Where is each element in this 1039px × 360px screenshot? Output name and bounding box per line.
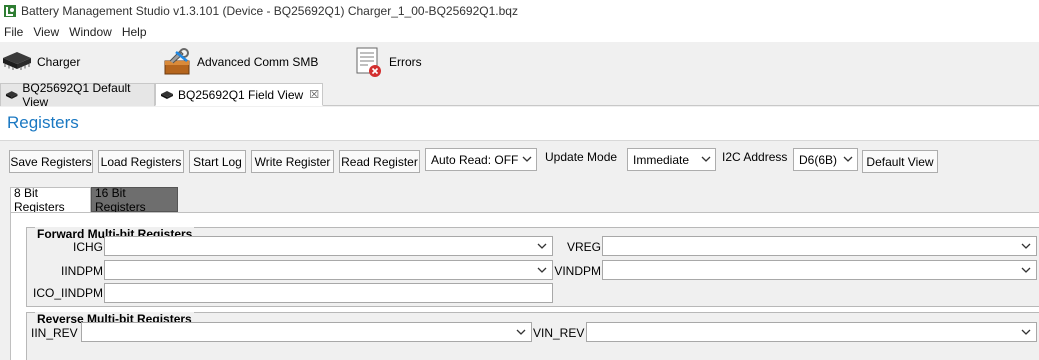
update-mode-label: Update Mode xyxy=(545,150,618,164)
title-bar: Battery Management Studio v1.3.101 (Devi… xyxy=(0,0,1039,22)
menu-window[interactable]: Window xyxy=(65,25,118,39)
update-mode-select[interactable]: Immediate xyxy=(627,148,716,171)
chevron-down-icon xyxy=(537,267,547,273)
iin-rev-label: IIN_REV xyxy=(31,326,78,340)
close-tab-icon[interactable]: ☒ xyxy=(309,88,319,101)
default-view-button[interactable]: Default View xyxy=(862,150,938,173)
chip-icon xyxy=(5,91,18,99)
i2c-address-label: I2C Address xyxy=(722,150,788,164)
write-register-button[interactable]: Write Register xyxy=(251,150,334,173)
chevron-down-icon xyxy=(1021,329,1031,335)
vin-rev-label: VIN_REV xyxy=(533,326,585,340)
register-controls: Save Registers Load Registers Start Log … xyxy=(0,142,1039,180)
registers-header: Registers xyxy=(0,107,1039,141)
chip-icon xyxy=(161,90,173,99)
charger-button[interactable]: Charger xyxy=(0,44,90,80)
vreg-label: VREG xyxy=(566,240,601,254)
window-title: Battery Management Studio v1.3.101 (Devi… xyxy=(21,4,518,18)
ichg-label: ICHG xyxy=(73,240,103,254)
vreg-select[interactable] xyxy=(602,236,1037,256)
ico-iindpm-label: ICO_IINDPM xyxy=(32,286,103,300)
chevron-down-icon xyxy=(516,329,526,335)
chevron-down-icon xyxy=(522,156,532,162)
load-registers-button[interactable]: Load Registers xyxy=(98,150,184,173)
tab-default-view[interactable]: BQ25692Q1 Default View xyxy=(0,81,155,109)
error-document-icon xyxy=(356,47,381,77)
ico-iindpm-field[interactable] xyxy=(104,283,553,303)
menu-bar: File View Window Help xyxy=(0,22,1039,42)
tab-default-view-label: BQ25692Q1 Default View xyxy=(22,81,131,109)
charger-label: Charger xyxy=(37,55,81,69)
view-tab-bar: BQ25692Q1 Default View BQ25692Q1 Field V… xyxy=(0,81,1039,109)
tab-8-bit-registers[interactable]: 8 Bit Registers xyxy=(10,186,91,214)
forward-multibit-group: Forward Multi-bit Registers ICHG VREG II… xyxy=(26,227,1039,307)
update-mode-value: Immediate xyxy=(633,152,690,167)
main-toolbar: Charger Advanced Comm SMB Errors xyxy=(0,42,1039,82)
menu-help[interactable]: Help xyxy=(118,25,153,39)
register-size-tabs: 8 Bit Registers 16 Bit Registers xyxy=(0,186,1039,214)
chevron-down-icon xyxy=(1021,267,1031,273)
iin-rev-select[interactable] xyxy=(81,322,532,342)
menu-file[interactable]: File xyxy=(0,25,29,39)
toolbox-icon xyxy=(164,48,190,75)
i2c-address-value: D6(6B) xyxy=(799,152,838,167)
page-title: Registers xyxy=(7,113,79,132)
advanced-comm-label: Advanced Comm SMB xyxy=(197,55,319,69)
save-registers-button[interactable]: Save Registers xyxy=(9,150,93,173)
chevron-down-icon xyxy=(1021,243,1031,249)
registers-panel: Forward Multi-bit Registers ICHG VREG II… xyxy=(10,212,1039,360)
iindpm-label: IINDPM xyxy=(61,264,103,278)
chevron-down-icon xyxy=(701,156,711,162)
vindpm-select[interactable] xyxy=(602,260,1037,280)
vin-rev-select[interactable] xyxy=(586,322,1037,342)
errors-label: Errors xyxy=(389,55,422,69)
iindpm-select[interactable] xyxy=(104,260,553,280)
tab-16-bit-registers[interactable]: 16 Bit Registers xyxy=(91,186,178,214)
advanced-comm-smb-button[interactable]: Advanced Comm SMB xyxy=(162,44,332,80)
reverse-multibit-group: Reverse Multi-bit Registers IIN_REV VIN_… xyxy=(26,312,1039,360)
start-log-button[interactable]: Start Log xyxy=(189,150,246,173)
ichg-select[interactable] xyxy=(104,236,553,256)
auto-read-select[interactable]: Auto Read: OFF xyxy=(425,148,537,171)
chip-icon xyxy=(3,52,31,70)
auto-read-value: Auto Read: OFF xyxy=(431,152,519,167)
chevron-down-icon xyxy=(843,156,853,162)
chevron-down-icon xyxy=(537,243,547,249)
read-register-button[interactable]: Read Register xyxy=(339,150,420,173)
menu-view[interactable]: View xyxy=(29,25,65,39)
vindpm-label: VINDPM xyxy=(554,264,601,278)
i2c-address-select[interactable]: D6(6B) xyxy=(793,148,858,171)
errors-button[interactable]: Errors xyxy=(354,44,434,80)
tab-field-view[interactable]: BQ25692Q1 Field View ☒ xyxy=(155,83,323,106)
tab-field-view-label: BQ25692Q1 Field View xyxy=(178,87,304,102)
app-logo-icon xyxy=(4,5,16,17)
